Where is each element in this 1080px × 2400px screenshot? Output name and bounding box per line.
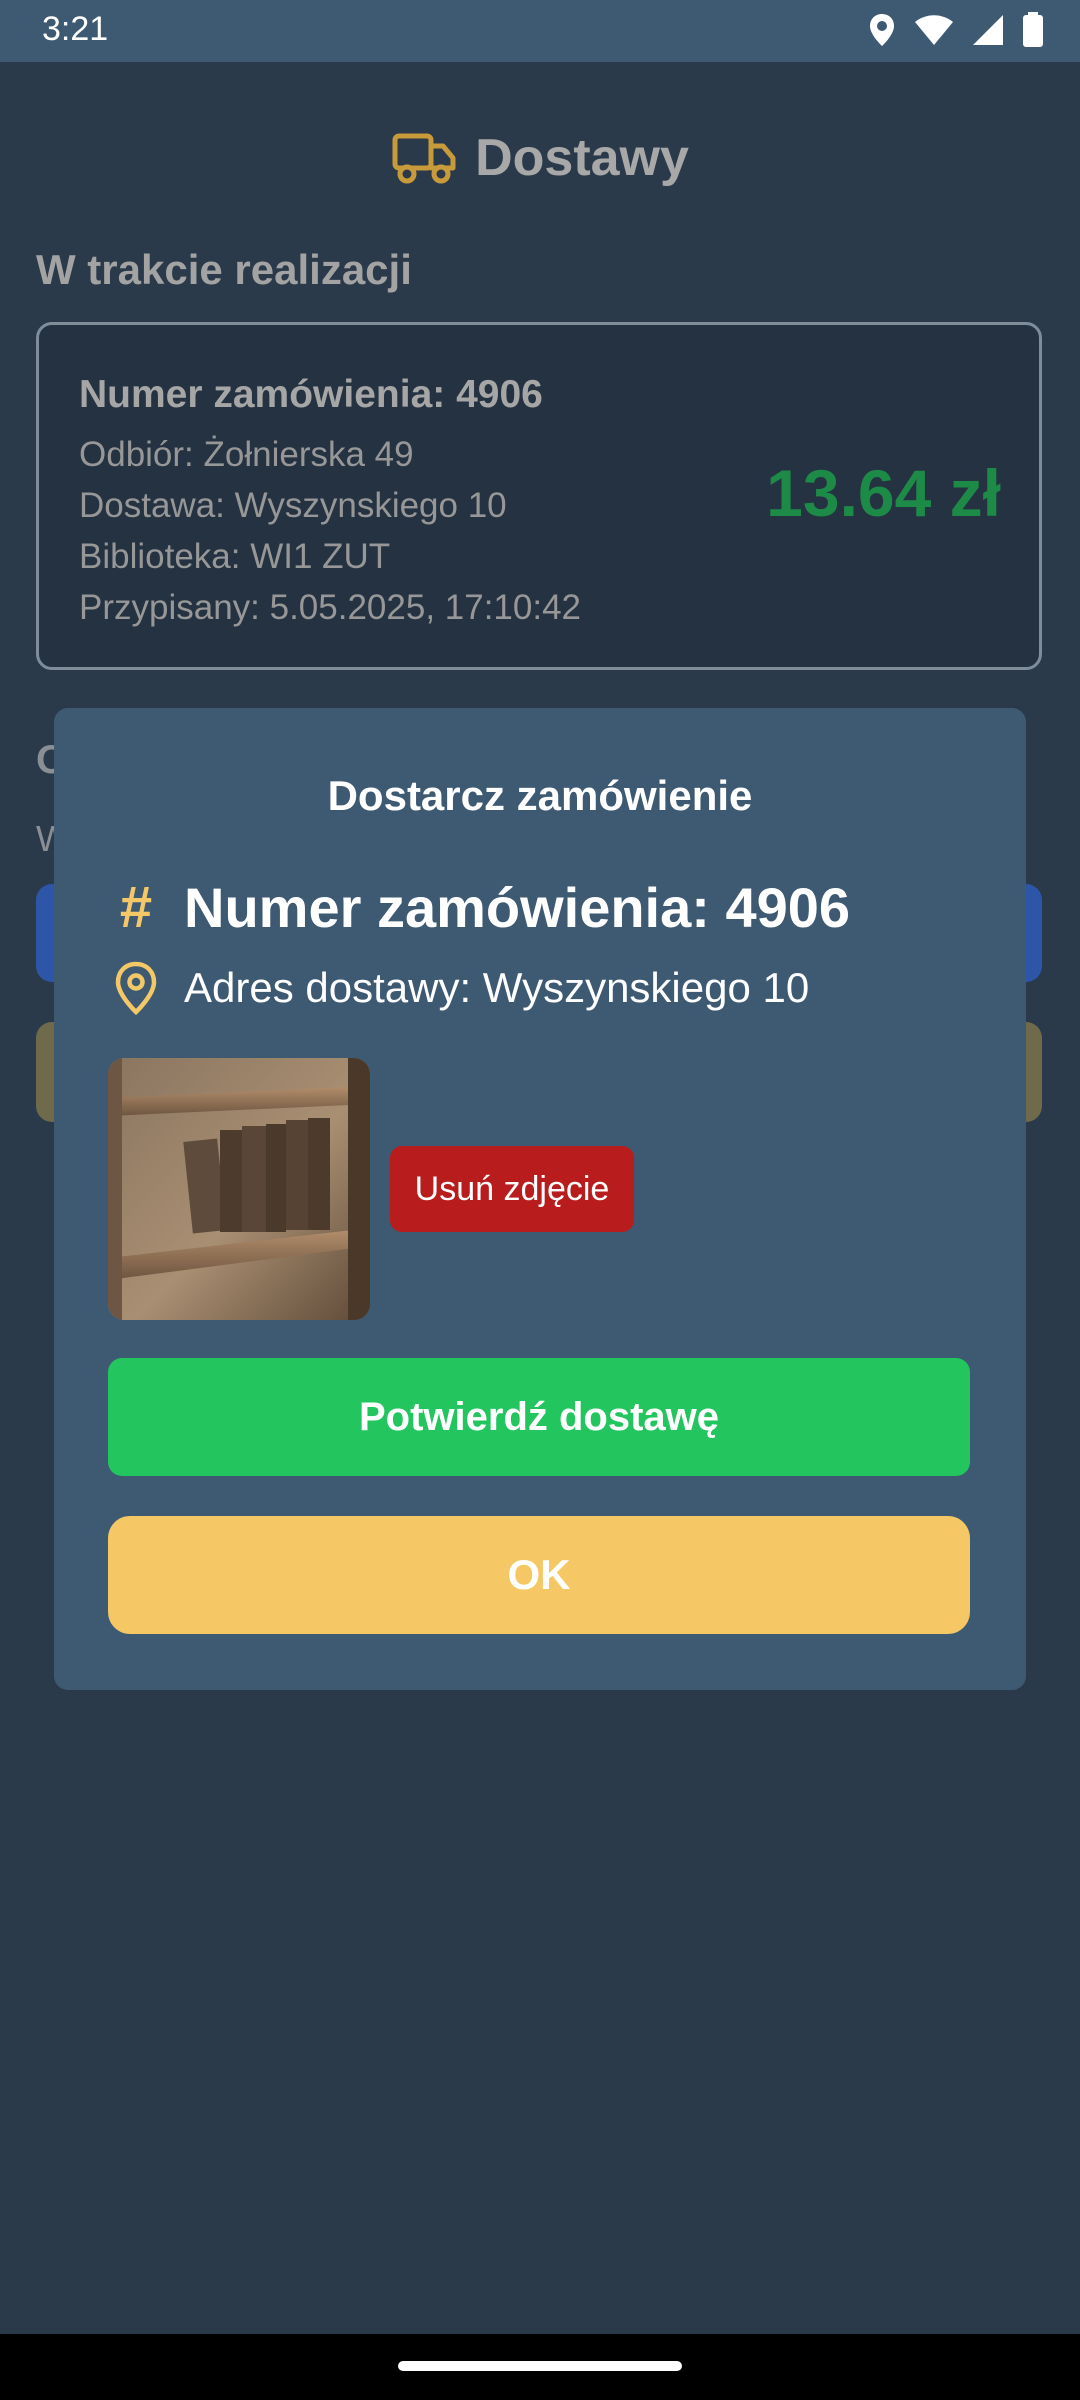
delete-photo-button[interactable]: Usuń zdjęcie (390, 1146, 634, 1232)
ok-button[interactable]: OK (108, 1516, 970, 1634)
dialog-order-number: Numer zamówienia: 4906 (184, 876, 851, 939)
order-card-library: Biblioteka: WI1 ZUT (79, 537, 391, 576)
order-card-number: Numer zamówienia: 4906 (79, 373, 543, 416)
delivery-photo[interactable] (108, 1058, 370, 1320)
bookshelf-photo (108, 1058, 370, 1320)
order-card-pickup: Odbiór: Żołnierska 49 (79, 435, 414, 474)
order-card-price: 13.64 zł (766, 456, 1001, 530)
order-card-delivery: Dostawa: Wyszynskiego 10 (79, 486, 507, 525)
status-time: 3:21 (42, 10, 109, 48)
signal-icon (973, 15, 1003, 45)
dialog-address-row: Adres dostawy: Wyszynskiego 10 (110, 960, 809, 1016)
battery-icon (1023, 12, 1043, 47)
section-title-in-progress: W trakcie realizacji (36, 246, 412, 293)
order-card[interactable]: Numer zamówienia: 4906 Odbiór: Żołniersk… (36, 322, 1042, 670)
location-icon (870, 14, 894, 46)
truck-icon (392, 133, 456, 184)
app-header: Dostawy (0, 128, 1080, 188)
dialog-address: Adres dostawy: Wyszynskiego 10 (184, 964, 810, 1011)
status-bar: 3:21 (0, 0, 1080, 62)
deliver-order-dialog: Dostarcz zamówienie # Numer zamówienia: … (54, 708, 1026, 1690)
wifi-icon (915, 15, 953, 45)
dialog-order-row: # Numer zamówienia: 4906 (110, 874, 850, 941)
home-gesture-handle[interactable] (398, 2361, 682, 2371)
hash-icon: # (119, 875, 153, 940)
dialog-title: Dostarcz zamówienie (327, 772, 753, 819)
order-card-assigned: Przypisany: 5.05.2025, 17:10:42 (79, 588, 582, 627)
confirm-delivery-button[interactable]: Potwierdź dostawę (108, 1358, 970, 1476)
page-title: Dostawy (475, 129, 689, 187)
status-icons (868, 12, 1044, 48)
map-pin-icon (115, 961, 157, 1016)
